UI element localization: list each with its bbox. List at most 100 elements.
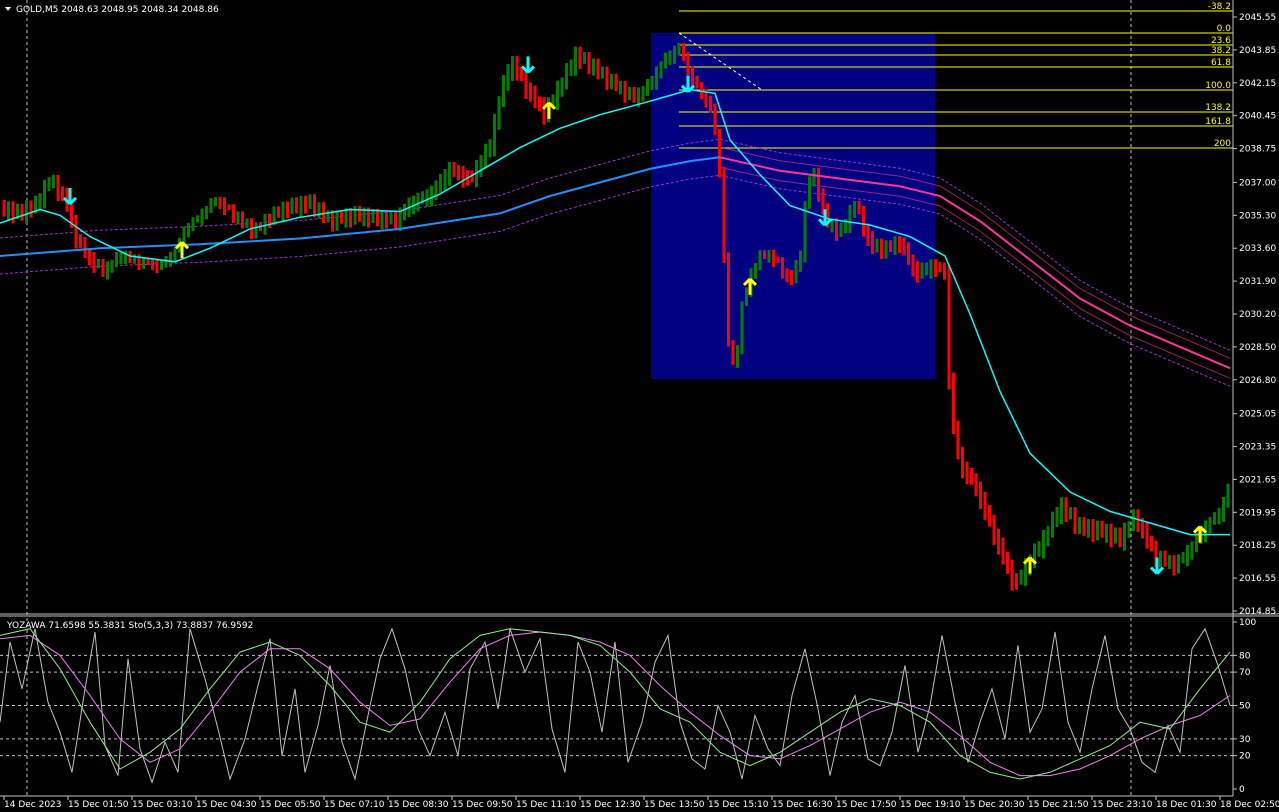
price-bar xyxy=(1177,554,1180,574)
price-bar xyxy=(871,231,874,254)
price-bar xyxy=(268,213,271,228)
price-bar xyxy=(1123,522,1126,551)
price-bar xyxy=(529,82,532,102)
price-bar xyxy=(511,55,514,82)
price-bar xyxy=(376,208,379,227)
symbol-menu[interactable]: GOLD,M5 2048.63 2048.95 2048.34 2048.86 xyxy=(5,5,219,15)
osc-tick-label: 70 xyxy=(1239,668,1251,678)
price-bar xyxy=(1033,543,1036,569)
price-bar xyxy=(772,249,775,268)
price-bar xyxy=(1172,555,1176,576)
price-bar xyxy=(533,85,537,108)
price-bar xyxy=(992,514,996,546)
price-bar xyxy=(1136,509,1140,532)
price-bar xyxy=(349,208,352,228)
time-tick-label: 15 Dec 20:30 xyxy=(964,800,1025,810)
price-bar xyxy=(1114,527,1117,544)
price-bar xyxy=(853,200,856,218)
price-bar xyxy=(569,59,573,77)
price-bar xyxy=(223,197,226,216)
osc-tick-label: 20 xyxy=(1239,752,1251,762)
price-bar xyxy=(416,192,420,212)
price-bar xyxy=(610,73,613,90)
osc-tick-label: 100 xyxy=(1239,618,1256,628)
price-bar xyxy=(1163,550,1167,567)
price-bar xyxy=(884,240,888,259)
price-bar xyxy=(664,52,667,69)
price-bar xyxy=(1064,497,1068,522)
price-tick-label: 2021.65 xyxy=(1239,475,1276,485)
price-bar xyxy=(754,263,757,279)
price-tick-label: 2035.30 xyxy=(1239,211,1276,221)
price-bar xyxy=(443,169,447,191)
price-bar xyxy=(641,86,645,102)
price-bar xyxy=(556,80,559,111)
trading-chart[interactable]: -38.20.023.638.261.8100.0138.2161.8200 2… xyxy=(0,0,1279,812)
price-bar xyxy=(313,194,316,218)
price-bar xyxy=(106,261,109,280)
price-bar xyxy=(331,210,334,232)
price-bar xyxy=(227,204,231,210)
price-bar xyxy=(1055,507,1059,527)
price-bar xyxy=(632,87,636,103)
price-bar xyxy=(115,252,118,268)
price-bar xyxy=(47,176,51,192)
price-bar xyxy=(254,223,258,239)
price-tick-label: 2014.85 xyxy=(1239,607,1276,617)
price-bar xyxy=(263,213,267,235)
price-tick-label: 2038.75 xyxy=(1239,145,1276,155)
price-bar xyxy=(461,165,465,188)
price-bar xyxy=(452,161,456,178)
price-bar xyxy=(308,194,312,209)
price-bar xyxy=(898,235,901,254)
price-bar xyxy=(659,61,663,79)
price-bar xyxy=(322,202,325,223)
price-bar xyxy=(515,55,519,81)
fib-level-label: 61.8 xyxy=(1211,58,1231,68)
price-bar xyxy=(214,197,217,207)
price-bar xyxy=(232,204,235,223)
price-bar xyxy=(646,78,649,96)
price-bar xyxy=(929,259,933,279)
symbol-header: GOLD,M5 2048.63 2048.95 2048.34 2048.86 xyxy=(16,5,219,15)
price-bar xyxy=(799,250,802,272)
price-bar xyxy=(241,211,244,229)
price-bar xyxy=(11,201,15,224)
price-bar xyxy=(767,249,771,263)
price-bar xyxy=(457,165,460,181)
price-bar xyxy=(790,270,793,286)
price-bar xyxy=(340,210,343,224)
price-bar xyxy=(709,95,712,113)
price-bar xyxy=(970,468,973,485)
price-bar xyxy=(691,66,694,88)
price-bar xyxy=(1118,527,1122,547)
price-bar xyxy=(128,250,132,264)
price-bar xyxy=(668,50,672,65)
price-bar xyxy=(488,139,492,158)
price-bar xyxy=(281,201,285,223)
time-tick-label: 15 Dec 12:30 xyxy=(580,800,641,810)
price-bar xyxy=(677,42,681,56)
price-bar xyxy=(1181,552,1185,564)
price-bar xyxy=(290,197,294,215)
price-bar xyxy=(997,528,1000,555)
fib-level-label: 200 xyxy=(1214,139,1231,149)
price-bar xyxy=(655,66,658,90)
osc-tick-label: 80 xyxy=(1239,651,1251,661)
price-bar xyxy=(164,255,168,268)
price-bar xyxy=(731,340,735,365)
price-bar xyxy=(448,161,451,186)
price-bar xyxy=(893,236,897,255)
price-bar xyxy=(209,198,213,213)
price-bar xyxy=(380,210,384,230)
price-bar xyxy=(29,200,33,218)
price-bar xyxy=(2,199,6,217)
price-bar xyxy=(205,206,208,220)
price-bar xyxy=(1159,550,1162,568)
price-bar xyxy=(619,80,622,95)
price-bar xyxy=(713,103,717,136)
price-tick-label: 2016.55 xyxy=(1239,574,1276,584)
price-bar xyxy=(142,257,145,269)
price-bar xyxy=(52,174,55,189)
price-bar xyxy=(286,201,289,219)
